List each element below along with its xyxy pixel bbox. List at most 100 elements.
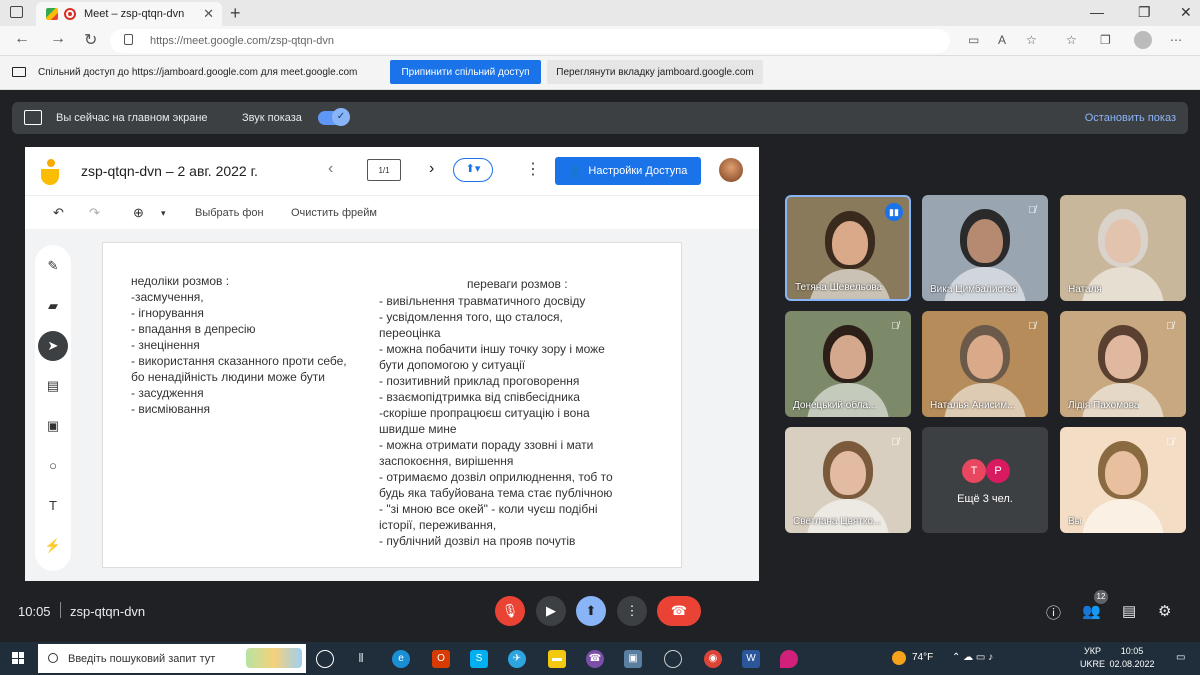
zoom-icon[interactable]: ⊕ <box>133 205 144 221</box>
participant-tile[interactable]: 🎙̸ Лідія Пахомова <box>1060 311 1186 417</box>
collections-icon[interactable]: ❐ <box>1100 33 1111 47</box>
participant-face <box>967 219 1003 263</box>
back-icon[interactable]: ← <box>14 30 30 48</box>
participant-name: Наталя <box>1068 284 1102 295</box>
widgets-icon[interactable]: ⫼ <box>352 650 370 668</box>
notifications-icon[interactable]: ▭ <box>1176 652 1185 663</box>
more-participants-tile[interactable]: T P Ещё 3 чел. <box>922 427 1048 533</box>
info-icon[interactable]: ⓘ <box>1046 602 1061 623</box>
chat-icon[interactable]: ▤ <box>1122 602 1136 620</box>
self-tile[interactable]: 🎙̸ Вы <box>1060 427 1186 533</box>
minimize-button[interactable]: — <box>1090 4 1104 20</box>
participant-tile[interactable]: 🎙̸ Донецький обла... <box>785 311 911 417</box>
start-icon[interactable] <box>12 652 24 664</box>
sharing-notice-bar: Спільний доступ до https://jamboard.goog… <box>0 56 1200 90</box>
zoom-dropdown-icon[interactable]: ▾ <box>161 208 166 219</box>
reload-icon[interactable]: ↻ <box>84 30 97 50</box>
pen-icon[interactable]: ✎ <box>44 257 62 275</box>
app-drop-icon[interactable] <box>780 650 798 668</box>
set-background-button[interactable]: Выбрать фон <box>195 207 264 219</box>
eraser-icon[interactable]: ▰ <box>44 297 62 315</box>
sound-toggle[interactable] <box>318 108 350 126</box>
file-explorer-icon[interactable]: ▬ <box>548 650 566 668</box>
people-icon[interactable]: 👥 <box>1082 602 1101 620</box>
participant-tile[interactable]: 🎙̸ Наталья Анисим... <box>922 311 1048 417</box>
close-window-button[interactable]: ✕ <box>1180 4 1192 21</box>
note-advantages-title[interactable]: переваги розмов : <box>467 276 568 292</box>
jamboard-title[interactable]: zsp-qtqn-dvn – 2 авг. 2022 г. <box>81 163 258 179</box>
browser-tab-strip: Meet – zsp-qtqn-dvn ✕ + — ❐ ✕ <box>0 0 1200 26</box>
image-icon[interactable]: ▣ <box>44 417 62 435</box>
system-clock[interactable]: 10:05 02.08.2022 <box>1106 645 1158 671</box>
input-language[interactable]: УКР UKRE <box>1080 645 1105 671</box>
address-bar-row: ← → ↻ https://meet.google.com/zsp-qtqn-d… <box>0 26 1200 56</box>
weather-temp[interactable]: 74°F <box>912 652 933 663</box>
next-frame-icon[interactable]: › <box>429 160 434 178</box>
select-icon[interactable]: ➤ <box>38 331 68 361</box>
skype-icon[interactable]: S <box>470 650 488 668</box>
jamboard-header: zsp-qtqn-dvn – 2 авг. 2022 г. ‹ 1/1 › ⬆▾… <box>25 147 759 195</box>
photos-icon[interactable]: ▣ <box>624 650 642 668</box>
url-field[interactable]: https://meet.google.com/zsp-qtqn-dvn <box>110 29 950 53</box>
jamboard-canvas[interactable]: недоліки розмов : -засмучення, - ігнорув… <box>102 242 682 568</box>
stop-presenting-link[interactable]: Остановить показ <box>1085 112 1176 124</box>
chrome-icon[interactable]: ◉ <box>704 650 722 668</box>
participant-face <box>967 335 1003 379</box>
camera-icon[interactable]: ▭ <box>968 33 979 47</box>
tray-icons[interactable]: ⌃ ☁ ▭ ♪ <box>952 652 993 663</box>
participant-tile[interactable]: Наталя <box>1060 195 1186 301</box>
participant-tile[interactable]: ▮▮ Тетяна Шевельова <box>785 195 911 301</box>
forward-icon[interactable]: → <box>50 30 66 48</box>
clear-frame-button[interactable]: Очистить фрейм <box>291 207 377 219</box>
sticky-note-icon[interactable]: ▤ <box>44 377 62 395</box>
telegram-icon[interactable]: ✈ <box>508 650 526 668</box>
redo-icon[interactable]: ↷ <box>89 205 100 221</box>
mic-off-icon: 🎙̸ <box>1028 321 1036 332</box>
text-box-icon[interactable]: T <box>44 497 62 515</box>
profile-avatar[interactable] <box>1134 31 1152 49</box>
camera-button[interactable]: ▶ <box>536 596 566 626</box>
favorites-icon[interactable]: ☆ <box>1066 33 1077 47</box>
participant-tile[interactable]: 🎙̸ Вика Цимбалистая <box>922 195 1048 301</box>
mic-off-button[interactable]: 🎙 <box>495 596 525 626</box>
menu-dots-icon[interactable]: ⋯ <box>1170 33 1182 47</box>
lock-icon <box>124 34 133 45</box>
participant-tile[interactable]: 🎙̸ Светлана Цвятко... <box>785 427 911 533</box>
share-settings-button[interactable]: 👤 Настройки Доступа <box>555 157 701 185</box>
more-options-button[interactable]: ⋮ <box>617 596 647 626</box>
browser-tab[interactable]: Meet – zsp-qtqn-dvn ✕ <box>36 2 222 26</box>
maximize-button[interactable]: ❐ <box>1138 4 1151 21</box>
more-vert-icon[interactable]: ⋮ <box>525 159 541 179</box>
end-call-button[interactable]: ☎ <box>657 596 701 626</box>
read-aloud-icon[interactable]: A <box>998 33 1006 47</box>
view-tab-button[interactable]: Переглянути вкладку jamboard.google.com <box>547 60 763 84</box>
share-settings-label: Настройки Доступа <box>588 165 688 177</box>
activities-icon[interactable]: ⚙ <box>1158 602 1171 620</box>
undo-icon[interactable]: ↶ <box>53 205 64 221</box>
tab-actions-icon[interactable] <box>10 6 23 18</box>
stop-sharing-button[interactable]: Припинити спільний доступ <box>390 60 541 84</box>
obs-icon[interactable] <box>664 650 682 668</box>
prev-frame-icon[interactable]: ‹ <box>328 160 333 178</box>
weather-icon[interactable] <box>892 651 906 665</box>
jamboard-avatar[interactable] <box>719 158 743 182</box>
taskbar-search[interactable]: Введіть пошуковий запит тут <box>38 644 306 673</box>
note-advantages[interactable]: - вивільнення травматичного досвіду - ус… <box>379 293 613 549</box>
new-tab-button[interactable]: + <box>230 3 241 24</box>
office-icon[interactable]: O <box>432 650 450 668</box>
viber-icon[interactable]: ☎ <box>586 650 604 668</box>
present-icon[interactable]: ⬆▾ <box>453 158 493 182</box>
tab-close-icon[interactable]: ✕ <box>203 6 214 22</box>
frame-counter[interactable]: 1/1 <box>367 159 401 181</box>
circle-shape-icon[interactable]: ○ <box>44 457 62 475</box>
word-icon[interactable]: W <box>742 650 760 668</box>
edge-icon[interactable]: e <box>392 650 410 668</box>
task-view-icon[interactable] <box>316 650 334 668</box>
search-icon <box>48 653 58 663</box>
note-disadvantages[interactable]: недоліки розмов : -засмучення, - ігнорув… <box>131 273 347 417</box>
jamboard-logo-icon <box>41 159 59 185</box>
favorite-add-icon[interactable]: ☆ <box>1026 33 1037 47</box>
laser-icon[interactable]: ⚡ <box>44 537 62 555</box>
sharing-notice-text: Спільний доступ до https://jamboard.goog… <box>38 67 358 78</box>
present-now-button[interactable]: ⬆ <box>576 596 606 626</box>
